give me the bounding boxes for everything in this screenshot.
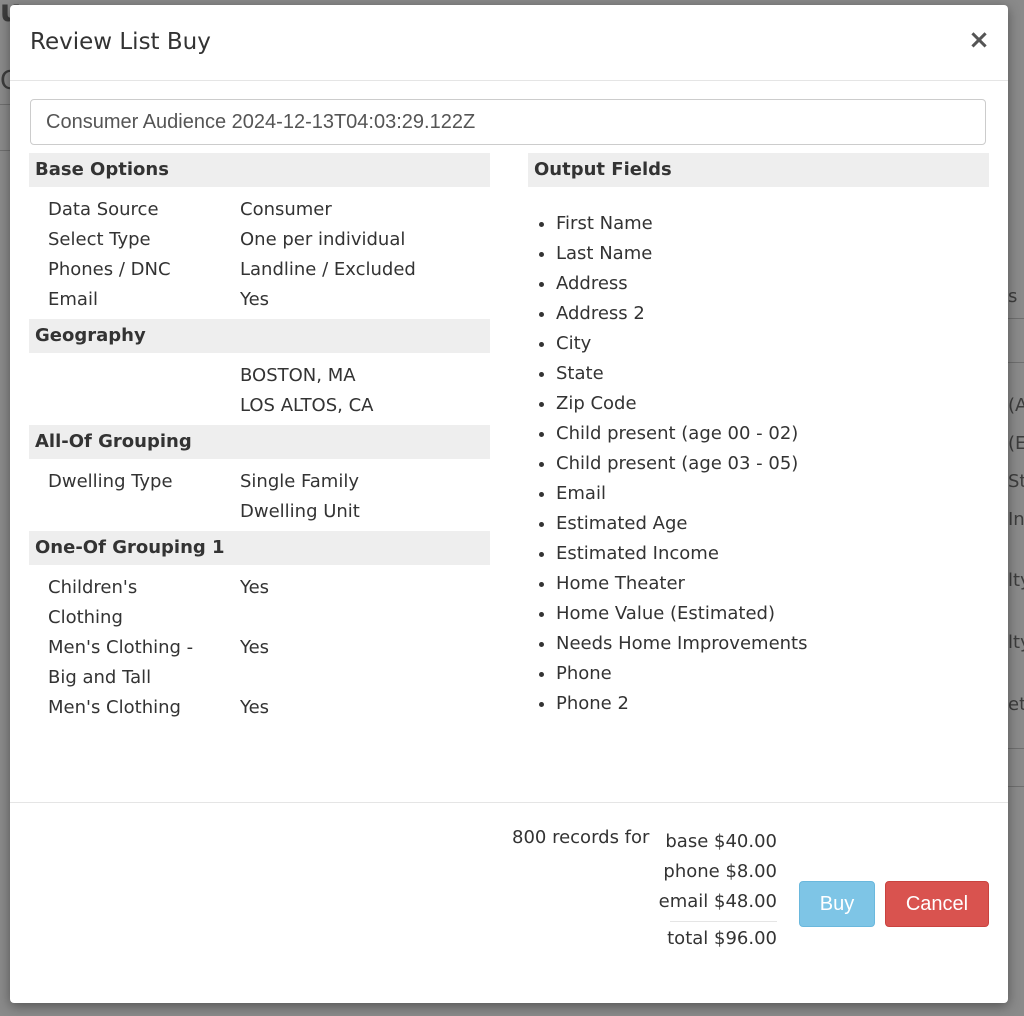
option-value: Dwelling Unit [240,501,360,522]
option-value: Single Family [240,471,359,492]
price-base: base $40.00 [665,831,777,852]
geo-value: BOSTON, MA [240,365,356,386]
bg-divider [1008,786,1024,787]
option-key: Dwelling Type [48,471,173,492]
bg-divider [1008,748,1024,749]
geo-row: LOS ALTOS, CA [29,391,490,421]
records-count-text: 800 records for [512,827,650,848]
price-breakdown: base $40.00 phone $8.00 email $48.00 tot… [656,827,777,954]
cancel-button[interactable]: Cancel [885,881,989,927]
option-key: Men's Clothing [48,697,181,718]
output-field-item: Address [556,269,989,299]
output-field-item: Child present (age 03 - 05) [556,449,989,479]
section-header-output-fields: Output Fields [528,153,989,187]
bg-fragment: In [1008,509,1024,530]
option-row: Big and Tall [29,663,490,693]
option-value: Yes [240,577,270,598]
price-divider [670,921,777,922]
option-row: Select Type One per individual [29,225,490,255]
output-field-item: City [556,329,989,359]
bg-fragment: lty [1008,570,1024,591]
review-list-buy-modal: Review List Buy × Base Options Data Sour… [10,5,1008,1003]
option-key: Data Source [48,199,159,220]
option-row: Phones / DNC Landline / Excluded [29,255,490,285]
option-key: Select Type [48,229,151,250]
price-total: total $96.00 [667,928,777,949]
output-field-item: Child present (age 00 - 02) [556,419,989,449]
option-row: Dwelling Type Single Family [29,467,490,497]
bg-fragment: (A [1008,395,1024,416]
option-value: Yes [240,637,270,658]
option-key: Big and Tall [48,667,152,688]
criteria-column: Base Options Data Source Consumer Select… [29,153,490,727]
bg-fragment: et [1008,694,1024,715]
list-name-input[interactable] [30,99,986,145]
bg-divider [1008,362,1024,363]
output-field-item: Address 2 [556,299,989,329]
option-row: Men's Clothing - Yes [29,633,490,663]
output-fields-list: First NameLast NameAddressAddress 2CityS… [528,187,989,719]
section-header-all-of-grouping: All-Of Grouping [29,425,490,459]
modal-header: Review List Buy × [10,5,1008,81]
option-value: Consumer [240,199,332,220]
bg-divider [0,150,10,151]
output-field-item: Home Value (Estimated) [556,599,989,629]
option-key: Children's [48,577,138,598]
output-field-item: First Name [556,209,989,239]
option-row: Data Source Consumer [29,195,490,225]
bg-divider [0,104,10,105]
output-field-item: Estimated Income [556,539,989,569]
option-row: Clothing [29,603,490,633]
option-row: Dwelling Unit [29,497,490,527]
bg-divider [1008,318,1024,319]
output-field-item: Needs Home Improvements [556,629,989,659]
option-row: Men's Clothing Yes [29,693,490,723]
geo-row: BOSTON, MA [29,361,490,391]
price-phone: phone $8.00 [663,861,777,882]
option-value: Yes [240,289,270,310]
price-email: email $48.00 [658,891,777,912]
bg-fragment: s ( [1008,286,1024,307]
geo-value: LOS ALTOS, CA [240,395,374,416]
section-header-one-of-grouping-1: One-Of Grouping 1 [29,531,490,565]
output-field-item: Phone [556,659,989,689]
section-header-base-options: Base Options [29,153,490,187]
output-field-item: Phone 2 [556,689,989,719]
bg-fragment: (E [1008,433,1024,454]
option-value: Landline / Excluded [240,259,416,280]
close-icon[interactable]: × [968,27,990,53]
modal-title: Review List Buy [30,29,211,55]
option-row: Children's Yes [29,573,490,603]
output-field-item: Email [556,479,989,509]
option-key: Phones / DNC [48,259,171,280]
output-fields-column: Output Fields First NameLast NameAddress… [528,153,989,719]
option-key: Email [48,289,98,310]
option-row: Email Yes [29,285,490,315]
output-field-item: State [556,359,989,389]
option-key: Men's Clothing - [48,637,194,658]
section-header-geography: Geography [29,319,490,353]
all-of-body: Dwelling Type Single Family Dwelling Uni… [29,459,490,531]
output-field-item: Estimated Age [556,509,989,539]
one-of-body: Children's Yes Clothing Men's Clothing -… [29,565,490,727]
option-value: One per individual [240,229,406,250]
option-key: Clothing [48,607,123,628]
output-field-item: Home Theater [556,569,989,599]
output-field-item: Zip Code [556,389,989,419]
buy-button[interactable]: Buy [799,881,875,927]
option-value: Yes [240,697,270,718]
output-field-item: Last Name [556,239,989,269]
modal-footer: 800 records for base $40.00 phone $8.00 … [10,802,1008,1003]
base-options-body: Data Source Consumer Select Type One per… [29,187,490,319]
bg-fragment: St [1008,471,1024,492]
geography-body: BOSTON, MA LOS ALTOS, CA [29,353,490,425]
bg-fragment: lty [1008,632,1024,653]
